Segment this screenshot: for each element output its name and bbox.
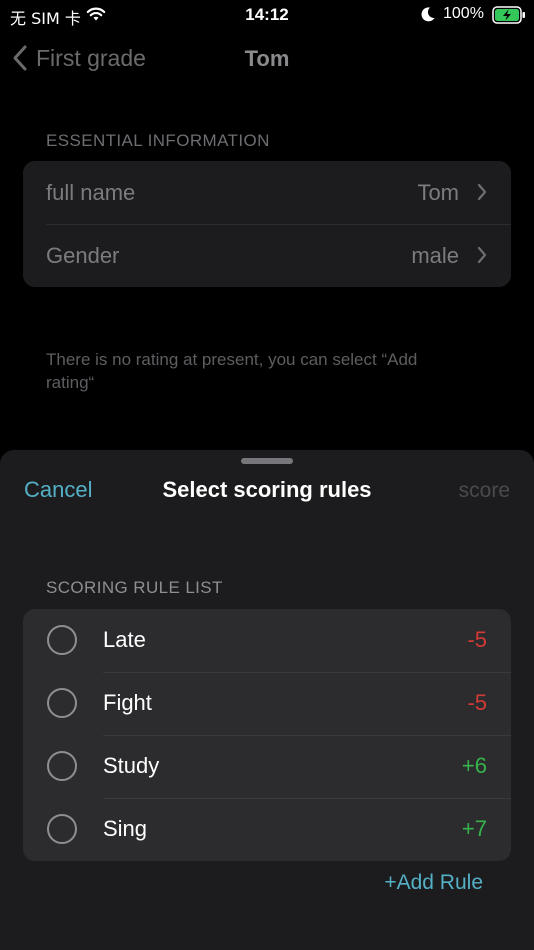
rule-name: Fight bbox=[103, 690, 152, 715]
battery-percent: 100% bbox=[443, 5, 484, 22]
essential-info-header: ESSENTIAL INFORMATION bbox=[46, 131, 270, 150]
battery-charging-icon bbox=[492, 6, 526, 29]
add-rule-button[interactable]: +Add Rule bbox=[384, 871, 483, 895]
rule-points: +7 bbox=[461, 816, 487, 841]
rule-name: Study bbox=[103, 753, 160, 778]
rule-points: -5 bbox=[467, 690, 487, 715]
radio-button[interactable] bbox=[47, 814, 77, 844]
radio-button[interactable] bbox=[47, 625, 77, 655]
score-button[interactable]: score bbox=[459, 479, 510, 503]
gender-label: Gender bbox=[46, 242, 120, 268]
chevron-right-icon bbox=[477, 246, 487, 264]
gender-value: male bbox=[411, 242, 459, 268]
chevron-right-icon bbox=[477, 183, 487, 201]
radio-button[interactable] bbox=[47, 751, 77, 781]
rule-points: -5 bbox=[467, 627, 487, 652]
no-rating-hint: There is no rating at present, you can s… bbox=[46, 350, 418, 392]
essential-info-group: full name Tom Gender male bbox=[23, 161, 511, 287]
moon-icon bbox=[420, 6, 436, 28]
scoring-rules-sheet: Cancel Select scoring rules score SCORIN… bbox=[0, 450, 534, 950]
full-name-value: Tom bbox=[417, 179, 459, 205]
rule-list: Late -5 Fight -5 Study +6 Sing +7 bbox=[23, 609, 511, 861]
radio-button[interactable] bbox=[47, 688, 77, 718]
status-bar: 无 SIM 卡 14:12 100% bbox=[0, 0, 534, 30]
rule-list-header: SCORING RULE LIST bbox=[46, 578, 223, 597]
rule-item-late[interactable]: Late -5 bbox=[23, 609, 511, 672]
rule-points: +6 bbox=[461, 753, 487, 778]
gender-row[interactable]: Gender male bbox=[23, 224, 511, 287]
rule-name: Sing bbox=[103, 816, 148, 841]
full-name-label: full name bbox=[46, 179, 136, 205]
navigation-bar: First grade Tom bbox=[0, 36, 534, 84]
rule-item-study[interactable]: Study +6 bbox=[23, 735, 511, 798]
rule-item-fight[interactable]: Fight -5 bbox=[23, 672, 511, 735]
page-title: Tom bbox=[244, 46, 290, 71]
sheet-title: Select scoring rules bbox=[162, 477, 372, 502]
full-name-row[interactable]: full name Tom bbox=[23, 161, 511, 224]
rule-item-sing[interactable]: Sing +7 bbox=[23, 798, 511, 861]
rule-name: Late bbox=[103, 627, 146, 652]
sheet-grabber[interactable] bbox=[241, 458, 293, 464]
